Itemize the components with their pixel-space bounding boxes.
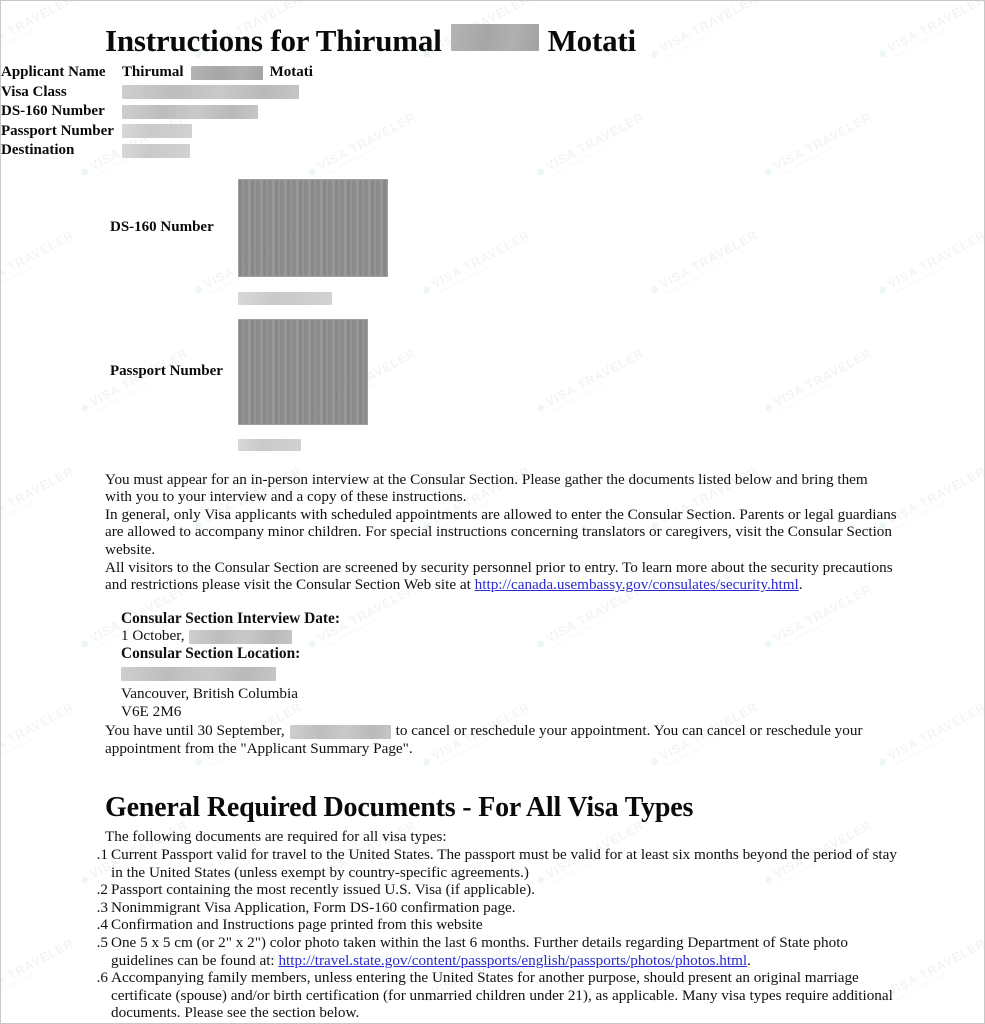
applicant-field-row: Applicant Name Thirumal Motati: [1, 63, 313, 83]
instruction-paragraph-security: All visitors to the Consular Section are…: [1, 559, 984, 594]
required-document-item: Accompanying family members, unless ente…: [1, 969, 898, 1022]
interview-date-heading: Consular Section Interview Date:: [121, 609, 341, 627]
required-documents-intro: The following documents are required for…: [105, 827, 447, 845]
location-heading: Consular Section Location:: [121, 644, 301, 662]
required-document-item: Nonimmigrant Visa Application, Form DS-1…: [1, 899, 898, 917]
applicant-field-row: Visa Class: [1, 82, 313, 102]
document-content: Instructions for Thirumal Motati Applica…: [1, 1, 984, 1023]
applicant-field-label: DS-160 Number: [1, 103, 105, 120]
barcode-label-passport: Passport Number: [110, 363, 223, 380]
applicant-field-label: Applicant Name: [1, 63, 106, 80]
appointment-details: Consular Section Interview Date: 1 Octob…: [1, 609, 984, 721]
barcode-label-ds160: DS-160 Number: [110, 219, 214, 236]
applicant-field-label: Visa Class: [1, 83, 67, 100]
cancellation-paragraph: You have until 30 September, to cancel or…: [1, 720, 984, 757]
redaction-interview-year: [188, 629, 292, 644]
interview-date-value: 1 October,: [121, 627, 185, 645]
document-item-text: Confirmation and Instructions page print…: [111, 916, 483, 934]
redaction-passport-number: [121, 124, 192, 139]
barcode-block-ds160: DS-160 Number: [1, 178, 984, 277]
instruction-paragraph-entry: In general, only Visa applicants with sc…: [105, 505, 897, 558]
location-postal: V6E 2M6: [121, 702, 182, 720]
applicant-field-value-prefix: Thirumal: [121, 63, 184, 80]
redaction-visa-class: [121, 85, 299, 100]
redaction-barcode-caption-passport: [238, 438, 301, 451]
required-documents-heading: General Required Documents - For All Vis…: [105, 791, 694, 823]
required-document-item: One 5 x 5 cm (or 2" x 2") color photo ta…: [1, 934, 898, 969]
cancellation-text-before: You have until 30 September,: [105, 722, 285, 740]
required-documents-list: Current Passport valid for travel to the…: [1, 846, 984, 1023]
redaction-ds-160-number: [121, 104, 258, 119]
applicant-field-label: Destination: [1, 142, 75, 159]
document-item-text: Accompanying family members, unless ente…: [111, 969, 893, 1022]
interview-date-row: 1 October,: [121, 627, 984, 645]
document-item-text: Nonimmigrant Visa Application, Form DS-1…: [111, 898, 516, 916]
redaction-cancellation-year: [289, 724, 391, 739]
redaction-location-address: [121, 667, 276, 682]
barcode-caption-passport-wrap: [1, 425, 984, 454]
page-title-prefix: Instructions for Thirumal: [105, 23, 442, 58]
applicant-field-row: DS-160 Number: [1, 102, 313, 122]
applicant-field-value-suffix: Motati: [269, 63, 313, 80]
required-document-item: Passport containing the most recently is…: [1, 881, 898, 899]
applicant-field-row: Passport Number: [1, 121, 313, 141]
applicant-field-value: [121, 121, 313, 141]
page-title-suffix: Motati: [547, 23, 637, 58]
applicant-field-value: [121, 82, 313, 102]
barcode-image-passport: [238, 318, 368, 425]
redaction-title-middlename: [450, 24, 539, 51]
security-website-link[interactable]: http://canada.usembassy.gov/consulates/s…: [475, 576, 799, 593]
photo-guidelines-link[interactable]: http://travel.state.gov/content/passport…: [278, 952, 747, 969]
document-page: VISA TRAVELERwww.visatraveler.comVISA TR…: [0, 0, 985, 1024]
barcode-image-ds160: [238, 178, 388, 277]
page-title: Instructions for Thirumal Motati: [1, 1, 984, 63]
applicant-field-row: Destination: [1, 141, 313, 161]
document-item-text: Passport containing the most recently is…: [111, 881, 535, 899]
barcode-block-passport: Passport Number: [1, 318, 984, 425]
document-item-text-after: .: [747, 951, 751, 969]
required-document-item: Confirmation and Instructions page print…: [1, 916, 898, 934]
applicant-field-value: Thirumal Motati: [122, 63, 313, 83]
required-document-item: Current Passport valid for travel to the…: [1, 846, 898, 881]
location-address-row: [121, 663, 984, 686]
barcode-caption-ds160-wrap: [1, 277, 984, 308]
redaction-applicant-name: [190, 65, 263, 80]
redaction-barcode-caption-ds160: [238, 292, 332, 306]
applicant-field-value: [121, 102, 313, 122]
applicant-details-table: Applicant Name Thirumal Motati Visa Class DS…: [1, 63, 313, 161]
security-text-after: .: [798, 576, 803, 594]
applicant-field-label: Passport Number: [1, 122, 114, 139]
instruction-paragraph-interview: You must appear for an in-person intervi…: [105, 470, 868, 506]
redaction-destination: [121, 143, 190, 158]
applicant-field-value: [121, 141, 313, 161]
location-city: Vancouver, British Columbia: [121, 685, 298, 703]
document-item-text: Current Passport valid for travel to the…: [111, 846, 897, 881]
